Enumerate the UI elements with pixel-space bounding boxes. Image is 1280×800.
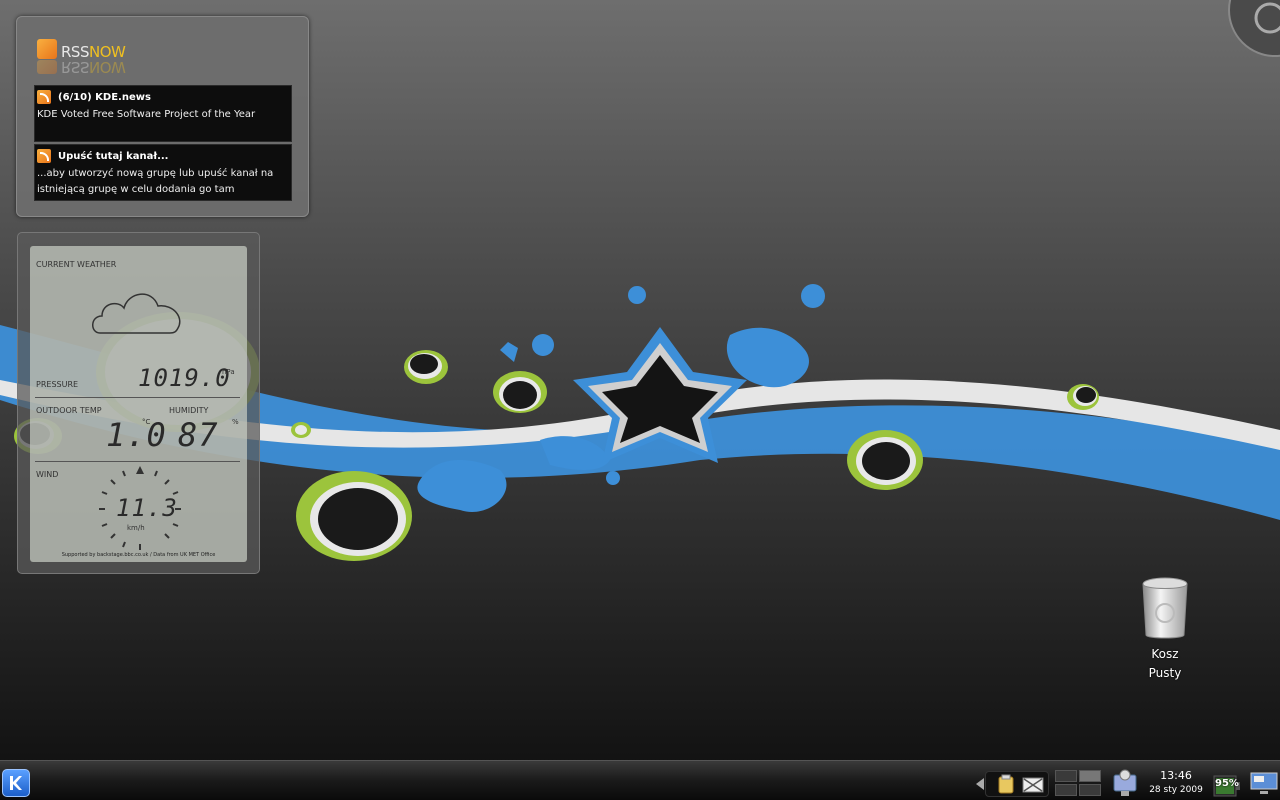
clipboard-icon[interactable] xyxy=(996,774,1016,794)
device-notifier-icon[interactable] xyxy=(1112,769,1138,799)
wind-label: WIND xyxy=(36,470,59,479)
feed-headline[interactable]: KDE Voted Free Software Project of the Y… xyxy=(37,107,288,123)
rss-now-widget[interactable]: RSSNOW RSSNOW (6/10) KDE.news KDE Voted … xyxy=(16,16,309,217)
tray-expand-arrow-icon[interactable] xyxy=(975,778,985,790)
cloudy-weather-icon xyxy=(92,293,181,334)
feed-item-drop-zone[interactable]: Upuść tutaj kanał... ...aby utworzyć now… xyxy=(34,144,292,201)
feed-title: Upuść tutaj kanał... xyxy=(58,150,169,162)
weather-data-credit: Supported by backstage.bbc.co.uk / Data … xyxy=(61,552,216,558)
feed-description: ...aby utworzyć nową grupę lub upuść kan… xyxy=(37,166,288,198)
taskbar-panel: 13:46 28 sty 2009 95% xyxy=(0,760,1280,800)
pager-desktop-3[interactable] xyxy=(1055,784,1077,796)
rssnow-brand-reflection: RSSNOW xyxy=(61,58,126,76)
wind-speed-value: 11.3 xyxy=(116,494,178,522)
feed-title: (6/10) KDE.news xyxy=(58,91,151,103)
show-desktop-icon[interactable] xyxy=(1250,771,1278,797)
humidity-unit: % xyxy=(232,418,239,426)
feed-description-line: ...aby utworzyć nową grupę lub upuść kan… xyxy=(37,168,274,179)
pager-desktop-4[interactable] xyxy=(1079,784,1101,796)
rss-feed-icon-reflection xyxy=(37,60,57,74)
rss-feed-icon xyxy=(37,149,51,163)
rss-feed-icon xyxy=(37,39,57,59)
pager-desktop-2[interactable] xyxy=(1079,770,1101,782)
network-disconnected-icon[interactable] xyxy=(1022,776,1044,794)
trash-bin-icon xyxy=(1142,577,1188,639)
feed-item-kde-news[interactable]: (6/10) KDE.news KDE Voted Free Software … xyxy=(34,85,292,142)
outdoor-temp-label: OUTDOOR TEMP xyxy=(36,406,102,415)
pressure-label: PRESSURE xyxy=(36,380,79,389)
battery-percent: 95% xyxy=(1215,778,1239,789)
rss-feed-icon xyxy=(37,90,51,104)
desktop-pager[interactable] xyxy=(1055,770,1103,798)
current-weather-label: CURRENT WEATHER xyxy=(36,260,117,269)
pressure-value: 1019.0 xyxy=(138,364,231,392)
divider xyxy=(35,397,240,398)
weather-station-widget[interactable]: CURRENT WEATHER 1019.0 hPa PRESSURE OUTD… xyxy=(17,232,260,574)
temperature-value: 1.0 xyxy=(106,416,167,454)
pressure-unit: hPa xyxy=(222,368,235,376)
system-tray xyxy=(985,771,1049,797)
wind-speed-unit: km/h xyxy=(127,524,145,532)
humidity-value: 87 xyxy=(178,416,219,454)
divider xyxy=(35,461,240,462)
humidity-label: HUMIDITY xyxy=(169,406,209,415)
weather-panel: CURRENT WEATHER 1019.0 hPa PRESSURE OUTD… xyxy=(30,246,247,562)
rssnow-logo: RSSNOW RSSNOW xyxy=(37,39,157,76)
clock-time: 13:46 xyxy=(1160,769,1192,782)
battery-monitor[interactable]: 95% xyxy=(1212,773,1244,799)
trash-status: Pusty xyxy=(1148,666,1182,680)
kde-logo-icon xyxy=(10,776,22,790)
pager-desktop-1[interactable] xyxy=(1055,770,1077,782)
temperature-unit: °C xyxy=(142,418,151,426)
feed-description-line: istniejącą grupę w celu dodania go tam xyxy=(37,184,235,195)
kde-menu-button[interactable] xyxy=(2,769,30,797)
trash-desktop-icon[interactable]: Kosz Pusty xyxy=(1125,575,1205,683)
trash-label: Kosz xyxy=(1151,647,1179,661)
digital-clock[interactable]: 13:46 28 sty 2009 xyxy=(1140,769,1212,797)
clock-date: 28 sty 2009 xyxy=(1149,785,1203,795)
